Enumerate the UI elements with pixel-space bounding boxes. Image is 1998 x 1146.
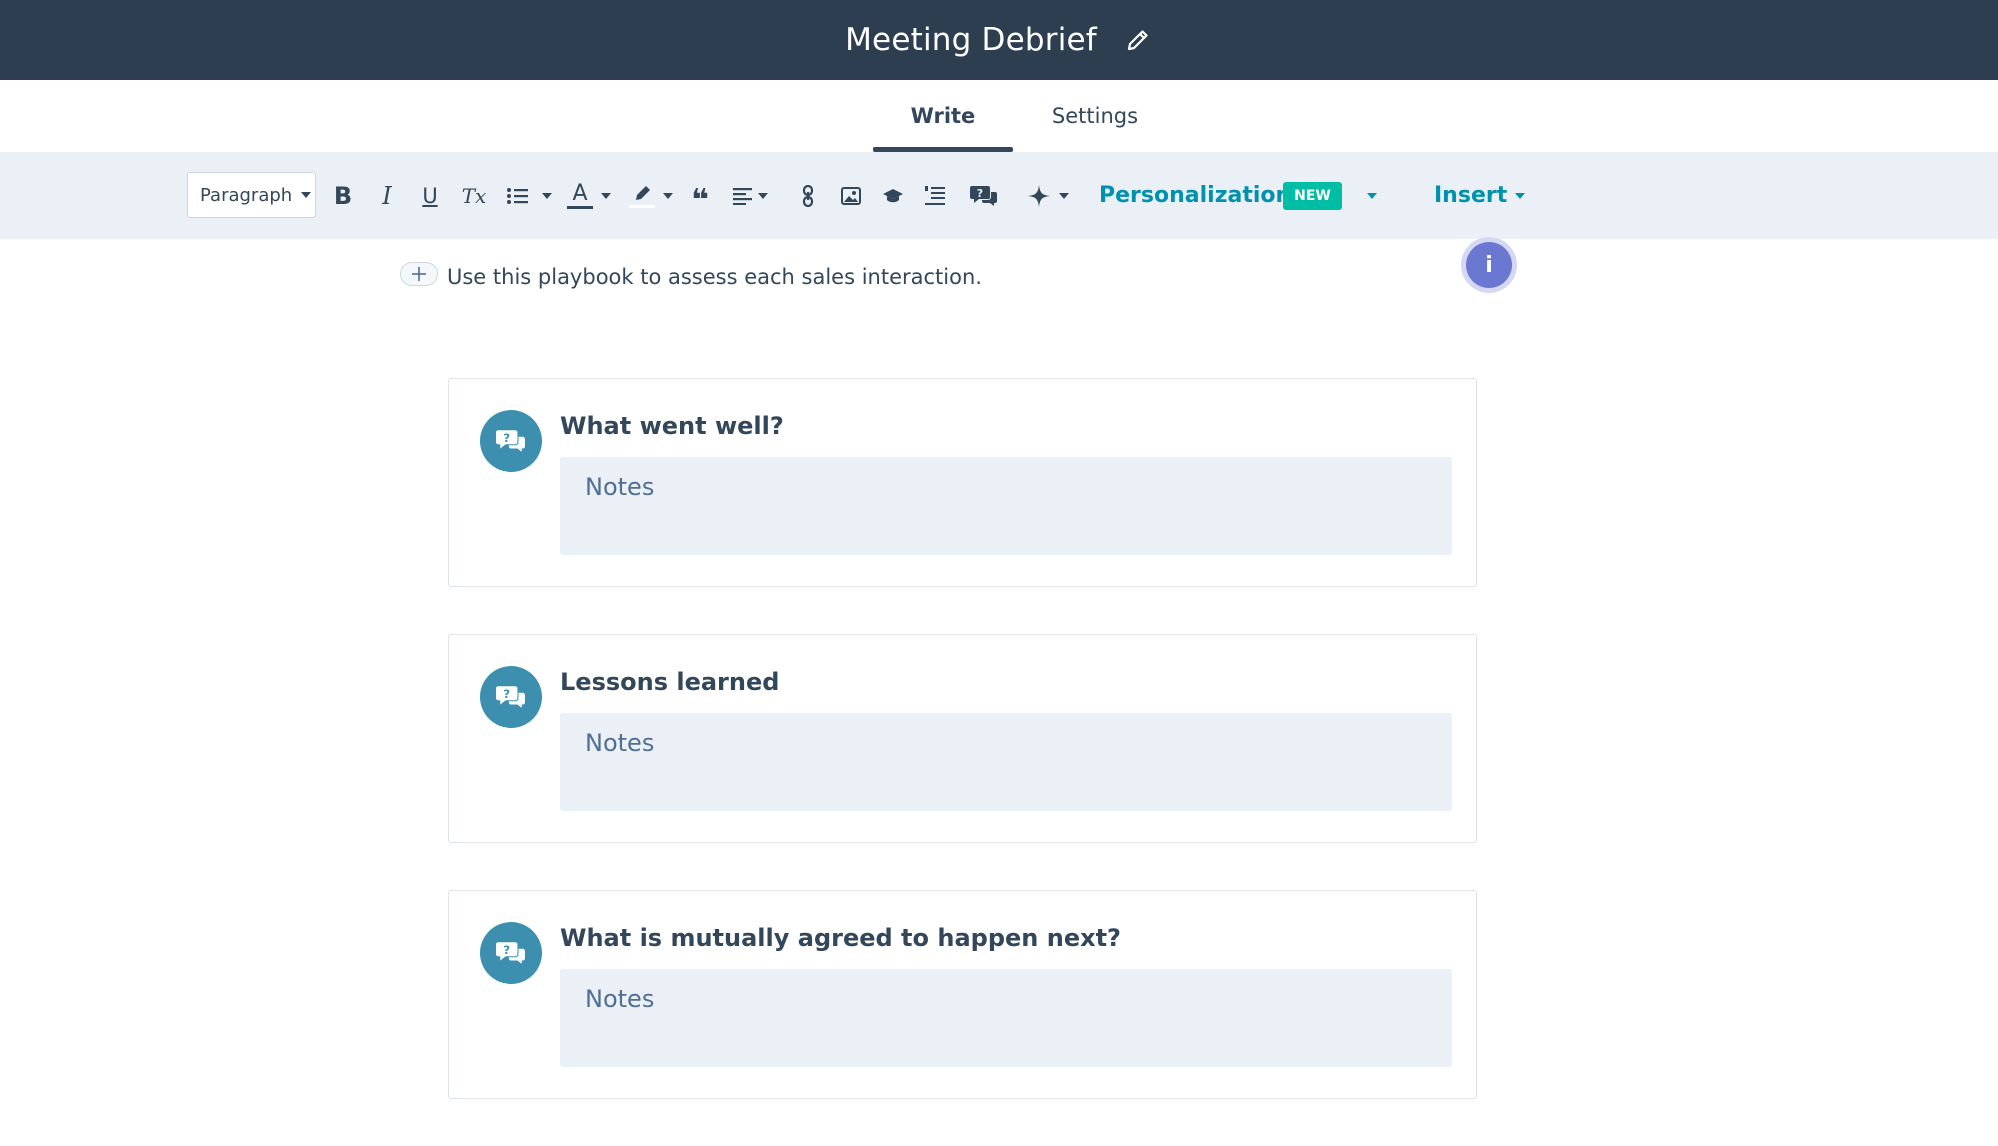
insert-label: Insert xyxy=(1434,183,1508,208)
underline-icon: U xyxy=(422,183,438,208)
image-icon xyxy=(841,186,861,205)
plus-icon xyxy=(412,267,426,281)
underline-button[interactable]: U xyxy=(415,152,445,239)
chevron-down-icon xyxy=(663,192,673,199)
playbook-title[interactable]: Meeting Debrief xyxy=(845,22,1097,58)
personalization-button[interactable]: Personalization xyxy=(1099,152,1291,239)
list-numbered-icon xyxy=(925,185,945,205)
question-bubble-icon: ? xyxy=(970,185,997,206)
question-card: ? What went well? Notes xyxy=(448,378,1477,587)
question-bubble-icon: ? xyxy=(480,922,542,984)
question-bubble-icon: ? xyxy=(480,666,542,728)
tab-write[interactable]: Write xyxy=(873,80,1013,152)
list-icon xyxy=(507,187,528,204)
paragraph-style-value: Paragraph xyxy=(200,184,293,206)
bold-button[interactable]: B xyxy=(328,152,358,239)
course-button[interactable] xyxy=(878,152,908,239)
notes-field[interactable]: Notes xyxy=(560,713,1452,811)
svg-text:?: ? xyxy=(977,187,983,200)
align-button[interactable] xyxy=(728,152,772,239)
question-bubble-icon: ? xyxy=(480,410,542,472)
italic-button[interactable]: I xyxy=(372,152,402,239)
chevron-down-icon xyxy=(1367,192,1377,199)
question-card: ? What is mutually agreed to happen next… xyxy=(448,890,1477,1099)
align-left-icon xyxy=(732,187,752,205)
chevron-down-icon xyxy=(1059,192,1069,199)
question-label: What went well? xyxy=(560,412,784,440)
pencil-icon xyxy=(1127,30,1148,51)
edit-title-button[interactable] xyxy=(1123,25,1153,55)
intro-text[interactable]: Use this playbook to assess each sales i… xyxy=(447,265,982,289)
highlighter-icon xyxy=(629,184,655,208)
svg-text:?: ? xyxy=(503,687,510,701)
formatting-toolbar: Paragraph B I U Tx A ❝ ? Personalization… xyxy=(0,152,1998,239)
clear-formatting-button[interactable]: Tx xyxy=(458,152,490,239)
tab-settings[interactable]: Settings xyxy=(1030,80,1160,152)
question-label: What is mutually agreed to happen next? xyxy=(560,924,1121,952)
question-card: ? Lessons learned Notes xyxy=(448,634,1477,843)
highlight-button[interactable] xyxy=(626,152,676,239)
clear-formatting-icon: Tx xyxy=(461,183,487,208)
tab-bar: Write Settings xyxy=(0,80,1998,152)
chevron-down-icon xyxy=(1515,192,1526,199)
info-button[interactable]: i xyxy=(1461,237,1517,293)
chevron-down-icon xyxy=(542,192,552,199)
link-icon xyxy=(802,184,814,207)
add-block-button[interactable] xyxy=(400,262,438,286)
question-label: Lessons learned xyxy=(560,668,780,696)
text-color-icon: A xyxy=(567,182,593,209)
notes-field[interactable]: Notes xyxy=(560,457,1452,555)
chevron-down-icon xyxy=(301,192,312,198)
image-button[interactable] xyxy=(837,152,865,239)
text-color-button[interactable]: A xyxy=(563,152,615,239)
chevron-down-icon xyxy=(757,192,768,199)
paragraph-style-select[interactable]: Paragraph xyxy=(187,172,316,218)
svg-text:?: ? xyxy=(503,943,510,957)
bold-icon: B xyxy=(333,181,353,210)
blockquote-button[interactable]: ❝ xyxy=(684,152,716,239)
mortarboard-icon xyxy=(883,188,903,202)
ai-assistant-button[interactable] xyxy=(1022,152,1074,239)
chevron-down-icon xyxy=(601,192,611,199)
sparkle-icon xyxy=(1028,184,1050,207)
blockquote-icon: ❝ xyxy=(691,182,709,218)
info-icon: i xyxy=(1466,242,1512,288)
italic-icon: I xyxy=(382,181,392,210)
insert-menu-button[interactable]: Insert xyxy=(1434,152,1526,239)
bulleted-list-button[interactable] xyxy=(500,152,558,239)
personalization-dropdown[interactable] xyxy=(1360,152,1384,239)
notes-field[interactable]: Notes xyxy=(560,969,1452,1067)
editor-header: Meeting Debrief xyxy=(0,0,1998,80)
new-badge: NEW xyxy=(1283,182,1342,210)
link-button[interactable] xyxy=(795,152,821,239)
question-button[interactable]: ? xyxy=(968,152,1000,239)
svg-text:?: ? xyxy=(503,431,510,445)
numbered-list-button[interactable] xyxy=(921,152,949,239)
